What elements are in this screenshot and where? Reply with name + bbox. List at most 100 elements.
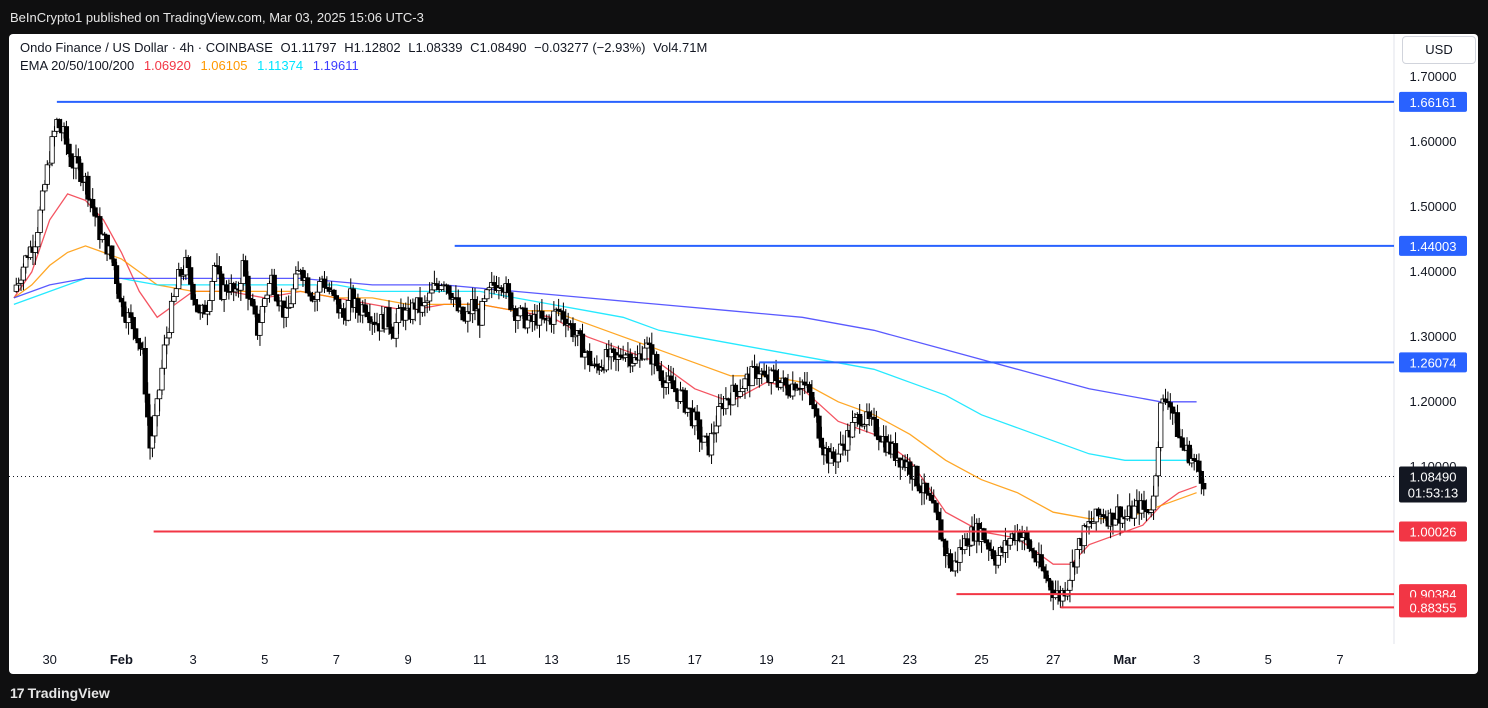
open-value: O1.11797 bbox=[280, 40, 337, 55]
candle-down bbox=[271, 274, 277, 296]
candle-down bbox=[935, 511, 942, 521]
candle-down bbox=[1141, 500, 1147, 510]
candle-down bbox=[1170, 406, 1176, 414]
candle-up bbox=[1153, 475, 1159, 497]
candle-up bbox=[262, 298, 268, 307]
candle-up bbox=[849, 421, 856, 438]
y-tick-label: 1.20000 bbox=[1410, 394, 1457, 409]
candle-down bbox=[656, 365, 662, 372]
candle-up bbox=[995, 555, 1001, 566]
x-tick-label: Feb bbox=[110, 652, 133, 667]
candle-down bbox=[192, 299, 199, 306]
candle-up bbox=[427, 292, 433, 302]
y-tick-label: 1.60000 bbox=[1410, 134, 1457, 149]
x-tick-label: 5 bbox=[1265, 652, 1272, 667]
countdown-label: 01:53:13 bbox=[1408, 486, 1459, 501]
candle-down bbox=[195, 304, 201, 313]
candle-up bbox=[1155, 447, 1161, 477]
x-tick-label: 5 bbox=[261, 652, 268, 667]
candle-down bbox=[223, 284, 230, 292]
candle-up bbox=[582, 352, 588, 358]
currency-button[interactable]: USD bbox=[1402, 36, 1476, 64]
candle-up bbox=[159, 367, 165, 391]
candle-down bbox=[137, 342, 144, 350]
candle-up bbox=[742, 378, 748, 389]
candle-up bbox=[1067, 579, 1073, 591]
candle-down bbox=[1179, 437, 1185, 448]
high-value: H1.12802 bbox=[344, 40, 401, 55]
candle-down bbox=[505, 283, 512, 294]
candle-down bbox=[145, 393, 151, 418]
x-tick-label: 15 bbox=[616, 652, 630, 667]
candle-down bbox=[938, 519, 944, 540]
candle-up bbox=[154, 398, 160, 417]
candle-down bbox=[761, 370, 767, 376]
chart-card[interactable]: 1.70000 1.60000 1.50000 1.40000 1.30000 1.200… bbox=[9, 34, 1478, 674]
candle-up bbox=[51, 130, 58, 138]
candle-down bbox=[816, 415, 822, 439]
candle-down bbox=[785, 384, 791, 396]
candle-down bbox=[111, 258, 117, 267]
tradingview-mark-icon: 17 bbox=[10, 685, 25, 701]
x-tick-label: 3 bbox=[189, 652, 196, 667]
x-tick-label: 17 bbox=[688, 652, 702, 667]
candle-up bbox=[166, 332, 172, 339]
candle-down bbox=[340, 308, 347, 318]
candle-down bbox=[981, 528, 987, 541]
candle-down bbox=[857, 413, 863, 425]
change-value: −0.03277 (−2.93%) bbox=[534, 40, 646, 55]
current-price-label: 1.08490 bbox=[1410, 470, 1457, 485]
candle-up bbox=[713, 425, 719, 434]
candle-up bbox=[211, 265, 218, 282]
candle-up bbox=[642, 347, 648, 360]
candle-up bbox=[32, 246, 38, 253]
tradingview-logo[interactable]: 17 TradingView bbox=[10, 685, 110, 701]
support-level-label: 1.00026 bbox=[1410, 525, 1457, 540]
candle-up bbox=[152, 415, 158, 437]
candle-up bbox=[259, 306, 265, 323]
candle-down bbox=[1043, 570, 1049, 579]
candle-down bbox=[1048, 580, 1054, 591]
x-tick-label: 9 bbox=[404, 652, 411, 667]
candle-down bbox=[783, 377, 789, 386]
candle-down bbox=[830, 451, 837, 459]
candle-down bbox=[333, 295, 340, 300]
candle-down bbox=[809, 391, 815, 405]
candle-down bbox=[388, 326, 394, 334]
publisher-bar: BeInCrypto1 published on TradingView.com… bbox=[0, 0, 1488, 34]
candle-up bbox=[18, 279, 24, 284]
x-tick-label: 21 bbox=[831, 652, 845, 667]
resistance-level-label: 1.66161 bbox=[1410, 95, 1457, 110]
candle-up bbox=[663, 382, 669, 388]
candle-down bbox=[90, 198, 96, 209]
candlestick-chart[interactable]: 1.70000 1.60000 1.50000 1.40000 1.30000 1.200… bbox=[9, 34, 1478, 674]
candle-down bbox=[118, 298, 124, 303]
candle-down bbox=[321, 278, 328, 288]
candle-up bbox=[345, 300, 351, 321]
candle-up bbox=[171, 296, 177, 302]
candle-up bbox=[161, 344, 167, 369]
candle-down bbox=[587, 350, 593, 366]
y-tick-label: 1.50000 bbox=[1410, 199, 1457, 214]
candle-down bbox=[570, 323, 576, 338]
x-tick-label: 27 bbox=[1046, 652, 1060, 667]
x-tick-label: 19 bbox=[759, 652, 773, 667]
candle-down bbox=[658, 370, 664, 382]
candle-up bbox=[49, 136, 55, 164]
candle-up bbox=[173, 288, 179, 297]
x-tick-label: 23 bbox=[903, 652, 917, 667]
candle-down bbox=[78, 162, 84, 182]
volume-value: Vol4.71M bbox=[653, 40, 708, 55]
candle-up bbox=[157, 389, 163, 400]
x-tick-label: 3 bbox=[1193, 652, 1200, 667]
candle-up bbox=[677, 389, 684, 402]
candle-up bbox=[257, 322, 263, 336]
candle-down bbox=[694, 411, 700, 421]
candle-down bbox=[1167, 402, 1173, 408]
symbol-title[interactable]: Ondo Finance / US Dollar · 4h · COINBASE bbox=[20, 40, 273, 55]
symbol-legend: Ondo Finance / US Dollar · 4h · COINBASE… bbox=[20, 40, 707, 55]
candle-down bbox=[63, 126, 70, 145]
candle-down bbox=[185, 257, 191, 269]
ema-label[interactable]: EMA 20/50/100/200 bbox=[20, 58, 134, 73]
candle-down bbox=[1024, 532, 1030, 541]
